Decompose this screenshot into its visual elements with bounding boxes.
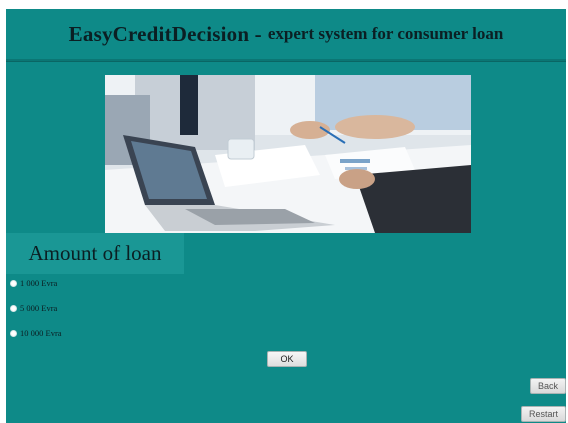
- radio-button[interactable]: [10, 279, 17, 287]
- option-1000[interactable]: 1 000 Evra: [10, 278, 57, 288]
- header-bar: EasyCreditDecision - expert system for c…: [6, 9, 566, 61]
- banner-image: [105, 75, 471, 233]
- ok-button[interactable]: OK: [267, 351, 307, 367]
- option-10000[interactable]: 10 000 Evra: [10, 328, 62, 338]
- section-title: Amount of loan: [6, 233, 184, 274]
- radio-button[interactable]: [10, 304, 17, 312]
- app-subtitle: expert system for consumer loan: [267, 24, 504, 43]
- radio-button[interactable]: [10, 329, 17, 337]
- option-label: 10 000 Evra: [20, 328, 62, 338]
- option-label: 5 000 Evra: [20, 303, 58, 313]
- option-label: 1 000 Evra: [20, 278, 58, 288]
- app-window: EasyCreditDecision - expert system for c…: [6, 9, 566, 423]
- restart-button[interactable]: Restart: [521, 406, 566, 422]
- back-button[interactable]: Back: [530, 378, 566, 394]
- app-title: EasyCreditDecision -: [68, 21, 262, 46]
- option-5000[interactable]: 5 000 Evra: [10, 303, 57, 313]
